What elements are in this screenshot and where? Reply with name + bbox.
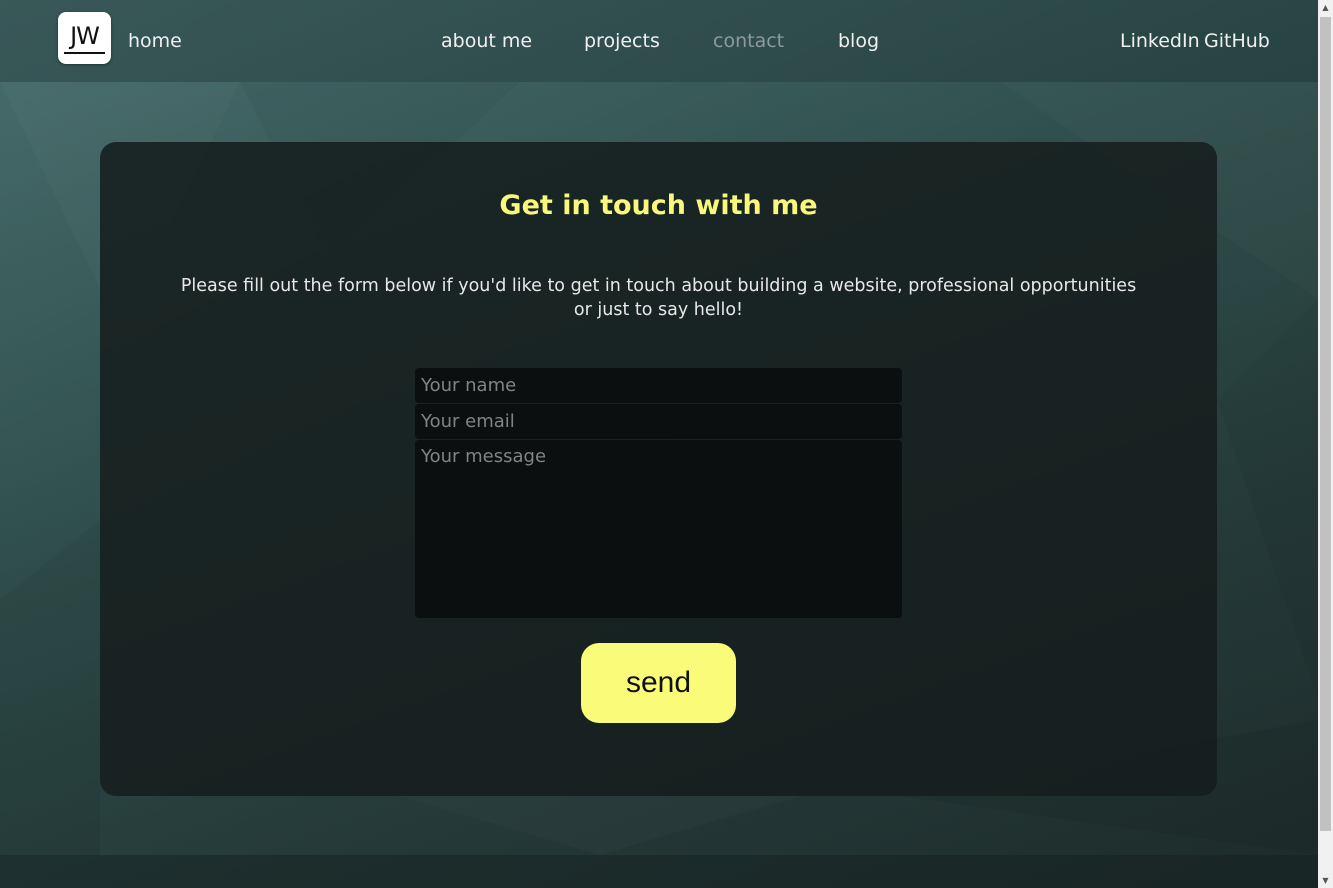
logo-underline bbox=[64, 52, 105, 54]
intro-text: Please fill out the form below if you'd … bbox=[180, 276, 1137, 320]
name-input[interactable] bbox=[415, 368, 902, 403]
github-link[interactable]: GitHub bbox=[1204, 29, 1270, 53]
message-textarea[interactable] bbox=[415, 440, 902, 618]
nav-blog-link[interactable]: blog bbox=[838, 29, 879, 53]
footer bbox=[0, 855, 1318, 888]
scroll-up-arrow-icon[interactable]: ▲ bbox=[1318, 0, 1333, 15]
vertical-scrollbar[interactable]: ▲ ▼ bbox=[1318, 0, 1333, 888]
email-input[interactable] bbox=[415, 404, 902, 439]
nav-about-link[interactable]: about me bbox=[441, 29, 532, 53]
linkedin-link[interactable]: LinkedIn bbox=[1120, 29, 1200, 53]
scroll-down-arrow-icon[interactable]: ▼ bbox=[1318, 873, 1333, 888]
send-button[interactable]: send bbox=[581, 643, 736, 723]
logo[interactable]: JW bbox=[58, 12, 111, 64]
nav-projects-link[interactable]: projects bbox=[584, 29, 660, 53]
page-title: Get in touch with me bbox=[499, 190, 818, 221]
scroll-thumb[interactable] bbox=[1320, 17, 1331, 831]
nav-home-link[interactable]: home bbox=[128, 29, 182, 53]
nav-contact-link[interactable]: contact bbox=[713, 29, 784, 53]
logo-text: JW bbox=[70, 22, 100, 50]
